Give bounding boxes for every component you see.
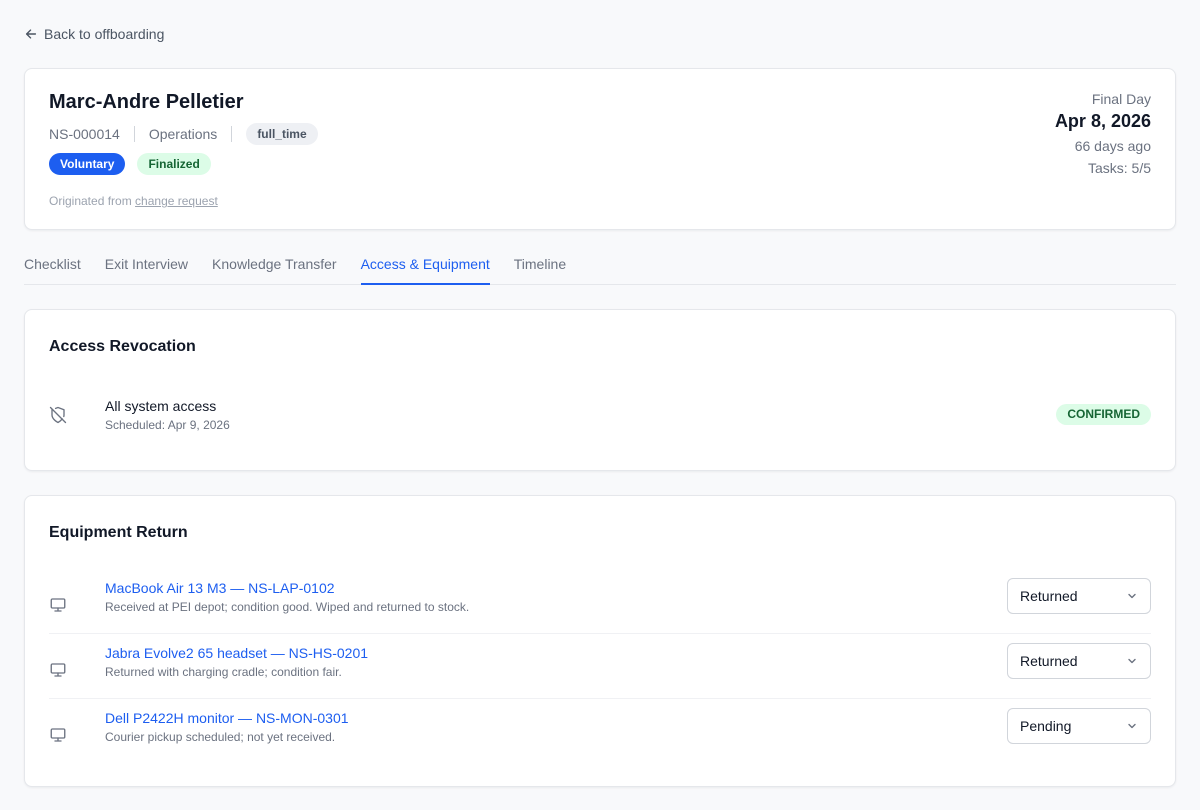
chevron-down-icon bbox=[1128, 593, 1136, 599]
equipment-item-note: Received at PEI depot; condition good. W… bbox=[105, 600, 470, 614]
chevron-down-icon bbox=[1128, 723, 1136, 729]
equipment-item: MacBook Air 13 M3 — NS-LAP-0102 Received… bbox=[49, 569, 1151, 634]
equipment-item-note: Returned with charging cradle; condition… bbox=[105, 665, 342, 679]
separation-type-badge: Voluntary bbox=[49, 153, 126, 175]
monitor-icon bbox=[50, 728, 66, 742]
meta-divider bbox=[133, 126, 135, 142]
equipment-status-value: Returned bbox=[1020, 653, 1078, 669]
chevron-down-icon bbox=[1128, 658, 1136, 664]
meta-divider bbox=[231, 126, 233, 142]
employee-header-card: Marc-Andre Pelletier NS-000014 Operation… bbox=[24, 68, 1176, 230]
access-item: All system access Scheduled: Apr 9, 2026… bbox=[49, 398, 1151, 434]
access-item-title: All system access bbox=[105, 398, 217, 414]
final-day-date: Apr 8, 2026 bbox=[1054, 111, 1151, 131]
tasks-progress: Tasks: 5/5 bbox=[1087, 160, 1151, 176]
tab-exit-interview[interactable]: Exit Interview bbox=[105, 252, 188, 285]
equipment-status-select[interactable]: Returned bbox=[1007, 643, 1151, 679]
access-revocation-title: Access Revocation bbox=[49, 338, 196, 355]
arrow-left-icon bbox=[25, 29, 37, 39]
equipment-status-select[interactable]: Returned bbox=[1007, 578, 1151, 614]
origin-note: Originated from change request bbox=[49, 194, 218, 208]
employment-type-chip: full_time bbox=[246, 123, 318, 145]
finalized-status-badge: Finalized bbox=[137, 153, 211, 175]
equipment-status-value: Pending bbox=[1020, 718, 1072, 734]
access-status-badge: CONFIRMED bbox=[1056, 404, 1151, 425]
tab-access-equipment[interactable]: Access & Equipment bbox=[360, 252, 490, 285]
employee-department: Operations bbox=[148, 126, 218, 142]
equipment-return-card: Equipment Return MacBook Air 13 M3 — NS-… bbox=[24, 495, 1176, 787]
access-revocation-card: Access Revocation All system access Sche… bbox=[24, 309, 1176, 471]
employee-meta: NS-000014 Operations full_time bbox=[49, 123, 318, 145]
monitor-icon bbox=[50, 663, 66, 677]
back-link-label: Back to offboarding bbox=[44, 26, 165, 42]
equipment-item-link[interactable]: MacBook Air 13 M3 — NS-LAP-0102 bbox=[105, 580, 335, 596]
equipment-status-value: Returned bbox=[1020, 588, 1078, 604]
tab-bar: Checklist Exit Interview Knowledge Trans… bbox=[24, 252, 1176, 285]
monitor-icon bbox=[50, 598, 66, 612]
tab-timeline[interactable]: Timeline bbox=[514, 252, 566, 285]
equipment-item-link[interactable]: Jabra Evolve2 65 headset — NS-HS-0201 bbox=[105, 645, 368, 661]
back-to-offboarding-link[interactable]: Back to offboarding bbox=[24, 24, 164, 44]
equipment-return-title: Equipment Return bbox=[49, 524, 188, 541]
shield-off-icon bbox=[49, 406, 67, 424]
employee-id: NS-000014 bbox=[49, 126, 120, 142]
equipment-item: Dell P2422H monitor — NS-MON-0301 Courie… bbox=[49, 699, 1151, 764]
final-day-summary: Final Day Apr 8, 2026 66 days ago Tasks:… bbox=[1055, 91, 1151, 176]
origin-prefix: Originated from bbox=[49, 194, 132, 208]
change-request-link[interactable]: change request bbox=[135, 194, 218, 208]
equipment-item-note: Courier pickup scheduled; not yet receiv… bbox=[105, 730, 336, 744]
equipment-status-select[interactable]: Pending bbox=[1007, 708, 1151, 744]
access-item-schedule: Scheduled: Apr 9, 2026 bbox=[105, 418, 230, 432]
tab-checklist[interactable]: Checklist bbox=[24, 252, 81, 285]
equipment-item-link[interactable]: Dell P2422H monitor — NS-MON-0301 bbox=[105, 710, 349, 726]
equipment-item: Jabra Evolve2 65 headset — NS-HS-0201 Re… bbox=[49, 634, 1151, 699]
employee-name: Marc-Andre Pelletier bbox=[49, 91, 244, 113]
days-ago: 66 days ago bbox=[1074, 138, 1151, 154]
tab-knowledge-transfer[interactable]: Knowledge Transfer bbox=[212, 252, 337, 285]
status-badges: Voluntary Finalized bbox=[49, 153, 211, 175]
final-day-label: Final Day bbox=[1091, 91, 1151, 107]
